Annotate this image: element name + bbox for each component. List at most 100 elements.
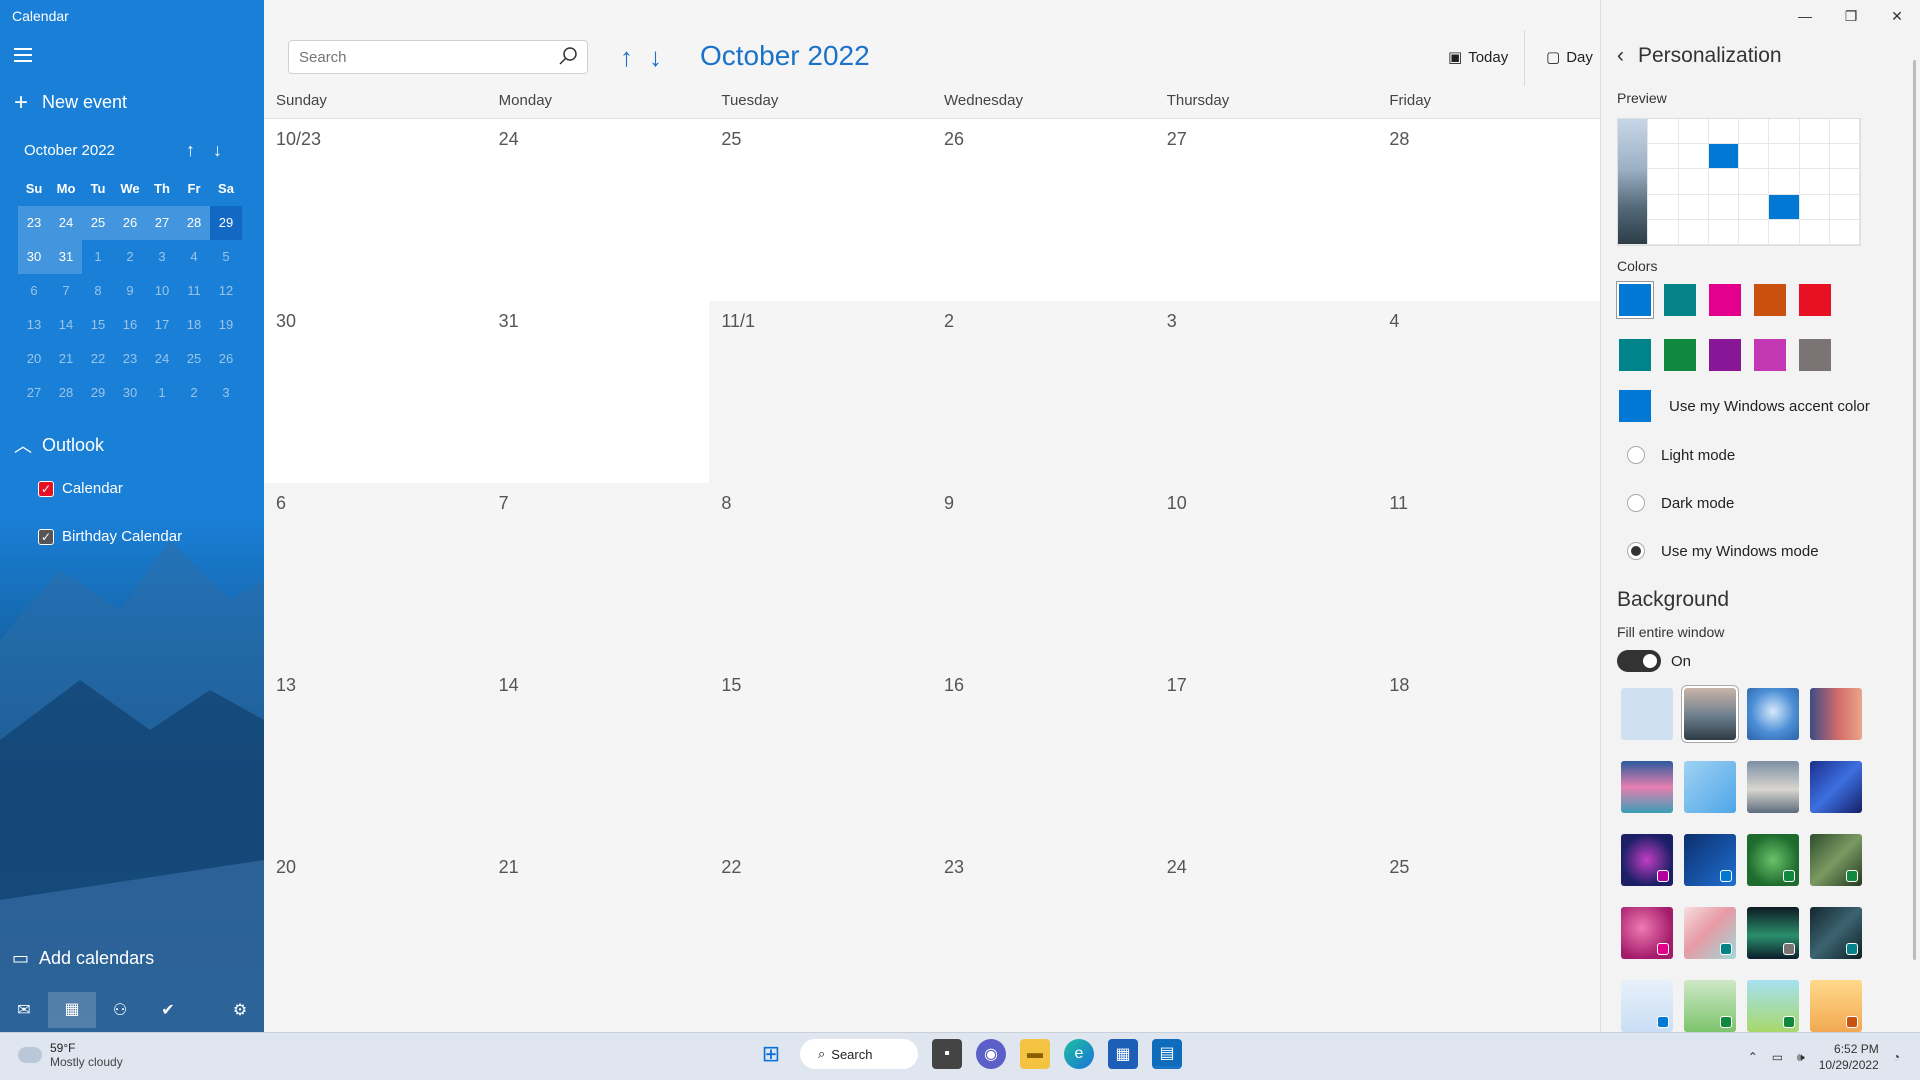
day-cell[interactable]: 3	[1154, 301, 1378, 483]
calendar-icon[interactable]: ▦	[48, 992, 96, 1028]
mini-day[interactable]: 30	[114, 376, 146, 410]
fill-window-toggle-row[interactable]: On	[1617, 650, 1691, 672]
background-thumbnail[interactable]	[1810, 834, 1862, 886]
arrow-up-icon[interactable]: ↑	[620, 42, 633, 73]
day-cell[interactable]: 31	[486, 301, 710, 483]
background-thumbnail[interactable]	[1747, 980, 1799, 1032]
mini-day[interactable]: 13	[18, 308, 50, 342]
mini-day[interactable]: 25	[82, 206, 114, 240]
day-cell[interactable]: 25	[709, 119, 933, 301]
mini-day[interactable]: 6	[18, 274, 50, 308]
mini-day[interactable]: 25	[178, 342, 210, 376]
mini-day[interactable]: 8	[82, 274, 114, 308]
new-event-button[interactable]: + New event	[14, 90, 127, 114]
color-swatch-selected[interactable]	[1617, 282, 1653, 318]
minimize-icon[interactable]: —	[1782, 0, 1828, 32]
volume-icon[interactable]: 🕪	[1797, 1050, 1805, 1065]
mini-day[interactable]: 24	[50, 206, 82, 240]
background-thumbnail[interactable]	[1684, 907, 1736, 959]
background-thumbnail[interactable]	[1747, 834, 1799, 886]
day-cell[interactable]: 8	[709, 483, 933, 665]
windows-mode-radio[interactable]: Use my Windows mode	[1627, 542, 1819, 560]
mini-day[interactable]: 26	[210, 342, 242, 376]
task-view-icon[interactable]: ▪	[932, 1039, 962, 1069]
mini-day[interactable]: 22	[82, 342, 114, 376]
background-thumbnail[interactable]	[1684, 761, 1736, 813]
close-icon[interactable]: ✕	[1874, 0, 1920, 32]
mini-day-today[interactable]: 29	[210, 206, 242, 240]
day-cell[interactable]: 11	[1377, 483, 1601, 665]
day-cell[interactable]: 28	[1377, 119, 1601, 301]
background-thumbnail[interactable]	[1747, 761, 1799, 813]
color-swatch[interactable]	[1754, 339, 1786, 371]
background-thumbnail[interactable]	[1684, 980, 1736, 1032]
settings-gear-icon[interactable]: ⚙	[216, 1000, 264, 1020]
background-thumbnail[interactable]	[1684, 834, 1736, 886]
mini-day[interactable]: 31	[50, 240, 82, 274]
background-thumbnail[interactable]	[1621, 761, 1673, 813]
day-cell[interactable]: 4	[1377, 301, 1601, 483]
day-cell[interactable]: 7	[486, 483, 710, 665]
day-cell[interactable]: 26	[932, 119, 1155, 301]
network-icon[interactable]: ▭	[1772, 1050, 1783, 1064]
day-cell[interactable]: 25	[1377, 847, 1601, 1029]
day-cell[interactable]: 9	[932, 483, 1155, 665]
radio-icon[interactable]	[1627, 446, 1645, 464]
mini-day[interactable]: 20	[18, 342, 50, 376]
background-thumbnail[interactable]	[1621, 688, 1673, 740]
mini-day[interactable]: 27	[18, 376, 50, 410]
mini-day[interactable]: 4	[178, 240, 210, 274]
background-thumbnail[interactable]	[1810, 761, 1862, 813]
windows-start-icon[interactable]: ⊞	[756, 1039, 786, 1069]
day-cell[interactable]: 10/23	[264, 119, 487, 301]
teams-chat-icon[interactable]: ◉	[976, 1039, 1006, 1069]
background-thumbnail-selected[interactable]	[1682, 686, 1738, 742]
day-cell[interactable]: 24	[486, 119, 710, 301]
chevron-up-icon[interactable]: ⌃	[1748, 1050, 1758, 1064]
people-icon[interactable]: ⚇	[96, 1000, 144, 1020]
mini-day[interactable]: 2	[178, 376, 210, 410]
notification-icon[interactable]: ◔	[1893, 1050, 1900, 1064]
store-icon[interactable]: ▦	[1108, 1039, 1138, 1069]
mini-day[interactable]: 11	[178, 274, 210, 308]
todo-icon[interactable]: ✔	[144, 1000, 192, 1020]
color-swatch[interactable]	[1799, 339, 1831, 371]
checkbox-checked-icon[interactable]: ✓	[38, 480, 54, 497]
toggle-switch[interactable]	[1617, 650, 1661, 672]
mini-day[interactable]: 14	[50, 308, 82, 342]
background-thumbnail[interactable]	[1747, 688, 1799, 740]
background-thumbnail[interactable]	[1810, 907, 1862, 959]
day-cell[interactable]: 17	[1154, 665, 1378, 847]
mini-day[interactable]: 23	[18, 206, 50, 240]
mini-day[interactable]: 27	[146, 206, 178, 240]
file-explorer-icon[interactable]: ▬	[1020, 1039, 1050, 1069]
today-button[interactable]: ▣ Today	[1448, 48, 1508, 67]
mini-day[interactable]: 18	[178, 308, 210, 342]
search-box[interactable]	[288, 40, 588, 74]
color-swatch[interactable]	[1799, 284, 1831, 316]
mini-day[interactable]: 5	[210, 240, 242, 274]
mini-day[interactable]: 16	[114, 308, 146, 342]
mini-day[interactable]: 28	[50, 376, 82, 410]
panel-scrollbar[interactable]	[1913, 60, 1916, 960]
mini-day[interactable]: 17	[146, 308, 178, 342]
mini-day[interactable]: 10	[146, 274, 178, 308]
weather-widget[interactable]: 59°F Mostly cloudy	[18, 1041, 123, 1069]
mini-day[interactable]: 9	[114, 274, 146, 308]
mini-day[interactable]: 30	[18, 240, 50, 274]
background-thumbnail[interactable]	[1747, 907, 1799, 959]
day-cell[interactable]: 10	[1154, 483, 1378, 665]
day-cell[interactable]: 21	[486, 847, 710, 1029]
edge-browser-icon[interactable]: e	[1064, 1039, 1094, 1069]
mini-day[interactable]: 21	[50, 342, 82, 376]
day-cell[interactable]: 22	[709, 847, 933, 1029]
mini-day[interactable]: 1	[146, 376, 178, 410]
background-thumbnail[interactable]	[1621, 834, 1673, 886]
radio-icon[interactable]	[1627, 494, 1645, 512]
back-chevron-icon[interactable]: ‹	[1617, 44, 1624, 68]
checkbox-checked-icon[interactable]: ✓	[38, 528, 54, 545]
day-cell[interactable]: 18	[1377, 665, 1601, 847]
light-mode-radio[interactable]: Light mode	[1627, 446, 1735, 464]
mini-day[interactable]: 26	[114, 206, 146, 240]
day-cell[interactable]: 30	[264, 301, 487, 483]
